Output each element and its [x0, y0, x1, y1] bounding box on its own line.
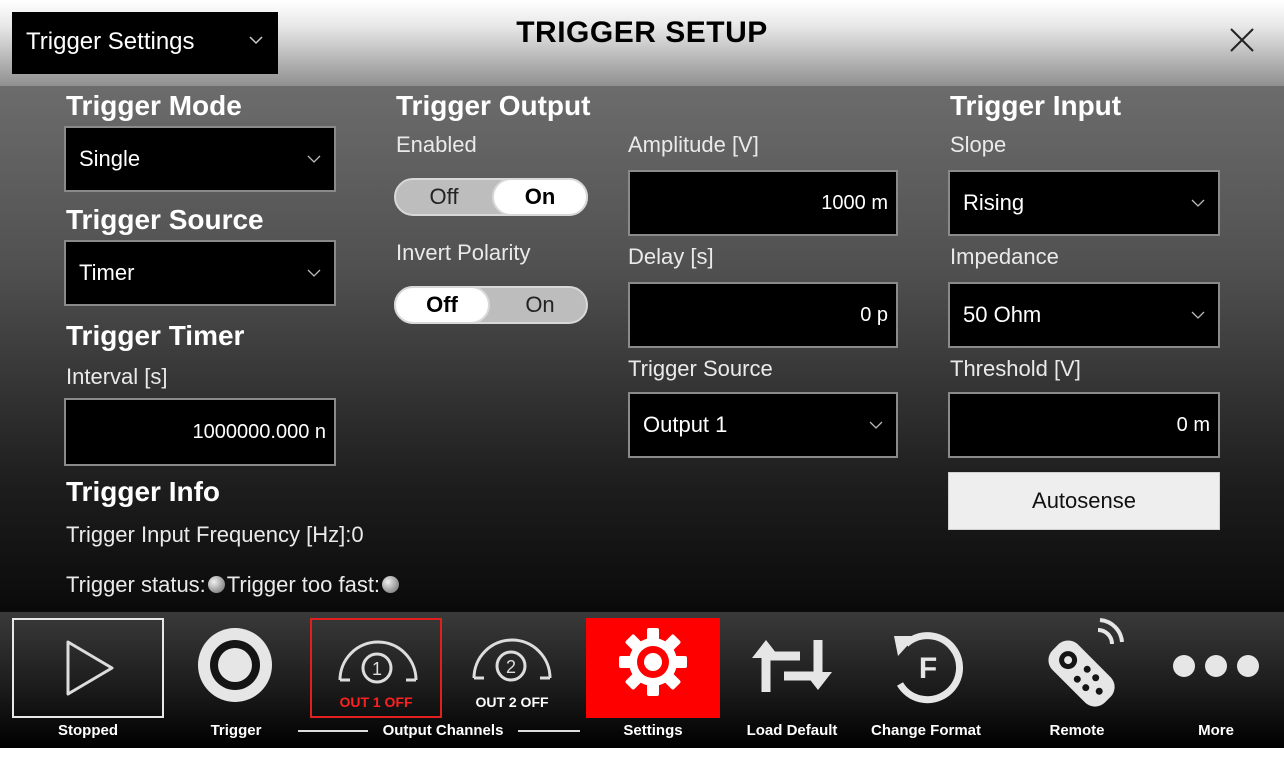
change-format-icon: F: [894, 632, 964, 704]
output-trigger-source-label: Trigger Source: [628, 356, 773, 381]
impedance-value: 50 Ohm: [963, 302, 1042, 327]
chevron-down-icon: [1191, 311, 1205, 319]
load-default-icon: [752, 640, 832, 692]
invert-polarity-toggle[interactable]: Off On: [394, 286, 588, 324]
trigger-settings-panel: Trigger Mode Single Trigger Source Timer…: [0, 86, 1284, 612]
trigger-input-frequency-label: Trigger Input Frequency [Hz]:: [66, 522, 352, 547]
slope-label: Slope: [950, 132, 1007, 157]
chevron-down-icon: [249, 36, 263, 45]
trigger-source-heading: Trigger Source: [66, 204, 264, 235]
trigger-input-frequency-value: 0: [351, 522, 364, 547]
amplitude-label: Amplitude [V]: [628, 132, 759, 157]
trigger-timer-heading: Trigger Timer: [66, 320, 245, 351]
threshold-field[interactable]: 0 m: [948, 392, 1220, 458]
output-channels-divider-left: [298, 730, 368, 732]
settings-label: Settings: [623, 722, 683, 739]
change-format-icon-letter: F: [919, 652, 937, 685]
close-icon[interactable]: [1226, 24, 1258, 56]
trigger-output-heading: Trigger Output: [396, 90, 591, 121]
preset-selector-label: Trigger Settings: [26, 28, 195, 55]
interval-value: 1000000.000 n: [192, 420, 326, 443]
bottom-toolbar: Stopped Trigger 1 OUT 1 OFF 2 OUT 2 OFF: [0, 612, 1284, 748]
delay-field[interactable]: 0 p: [628, 282, 898, 348]
trigger-mode-value: Single: [79, 146, 141, 171]
trigger-status-label: Trigger status:: [66, 572, 206, 597]
output-1-button[interactable]: 1 OUT 1 OFF: [310, 618, 442, 718]
header-bar: TRIGGER SETUP Trigger Settings: [0, 0, 1284, 86]
enabled-off-option[interactable]: Off: [396, 178, 492, 216]
trigger-too-fast-led: [382, 576, 400, 593]
play-icon: [66, 640, 114, 696]
remote-button[interactable]: [1012, 618, 1142, 718]
load-default-label: Load Default: [746, 722, 838, 739]
trigger-info-heading: Trigger Info: [66, 476, 220, 507]
threshold-value: 0 m: [1176, 413, 1210, 436]
chevron-down-icon: [869, 421, 883, 429]
enabled-toggle[interactable]: Off On: [394, 178, 588, 216]
channel-1-number: 1: [372, 659, 382, 679]
invert-off-option[interactable]: Off: [394, 286, 490, 324]
interval-field[interactable]: 1000000.000 n: [64, 398, 336, 466]
settings-button[interactable]: [586, 618, 720, 718]
slope-select[interactable]: Rising: [948, 170, 1220, 236]
impedance-select[interactable]: 50 Ohm: [948, 282, 1220, 348]
invert-on-option[interactable]: On: [492, 286, 588, 324]
trigger-input-heading: Trigger Input: [950, 90, 1122, 121]
chevron-down-icon: [307, 269, 321, 277]
run-stop-label: Stopped: [58, 722, 118, 739]
more-button[interactable]: [1156, 618, 1276, 718]
trigger-mode-heading: Trigger Mode: [66, 90, 242, 121]
trigger-mode-select[interactable]: Single: [64, 126, 336, 192]
slope-value: Rising: [963, 190, 1025, 215]
trigger-input-frequency: Trigger Input Frequency [Hz]:0: [66, 522, 364, 548]
output-2-status: OUT 2 OFF: [475, 694, 549, 710]
trigger-status-row: Trigger status: Trigger too fast:: [66, 572, 401, 598]
output-channels-label: Output Channels: [382, 722, 504, 739]
change-format-button[interactable]: F: [860, 618, 992, 718]
trigger-button[interactable]: [186, 618, 286, 718]
autosense-button[interactable]: Autosense: [948, 472, 1220, 530]
gear-icon: [619, 628, 687, 696]
trigger-source-value: Timer: [79, 260, 135, 285]
invert-polarity-label: Invert Polarity: [396, 240, 531, 265]
trigger-label: Trigger: [210, 722, 262, 739]
output-trigger-source-value: Output 1: [643, 412, 728, 437]
delay-label: Delay [s]: [628, 244, 714, 269]
output-1-status: OUT 1 OFF: [339, 694, 413, 710]
more-label: More: [1198, 722, 1234, 739]
delay-value: 0 p: [860, 303, 888, 326]
trigger-status-led: [207, 576, 225, 593]
run-stop-button[interactable]: [12, 618, 164, 718]
output-channels-divider-right: [518, 730, 580, 732]
enabled-on-option[interactable]: On: [492, 178, 588, 216]
remote-control-icon: [1048, 618, 1124, 707]
change-format-label: Change Format: [870, 722, 981, 739]
chevron-down-icon: [1191, 199, 1205, 207]
bottom-margin: [0, 748, 1284, 759]
channel-2-number: 2: [506, 657, 516, 677]
more-icon: [1173, 655, 1259, 677]
threshold-label: Threshold [V]: [950, 356, 1081, 381]
record-icon: [198, 628, 272, 702]
impedance-label: Impedance: [950, 244, 1059, 269]
output-trigger-source-select[interactable]: Output 1: [628, 392, 898, 458]
interval-label: Interval [s]: [66, 364, 168, 389]
trigger-source-select[interactable]: Timer: [64, 240, 336, 306]
preset-selector[interactable]: Trigger Settings: [12, 12, 278, 74]
load-default-button[interactable]: [732, 618, 852, 718]
enabled-label: Enabled: [396, 132, 477, 157]
chevron-down-icon: [307, 155, 321, 163]
channel-2-icon: 2: [472, 638, 552, 682]
amplitude-value: 1000 m: [821, 191, 888, 214]
output-2-button[interactable]: 2 OUT 2 OFF: [446, 618, 578, 718]
amplitude-field[interactable]: 1000 m: [628, 170, 898, 236]
channel-1-icon: 1: [338, 640, 418, 684]
remote-label: Remote: [1049, 722, 1105, 739]
trigger-too-fast-label: Trigger too fast:: [226, 572, 381, 597]
